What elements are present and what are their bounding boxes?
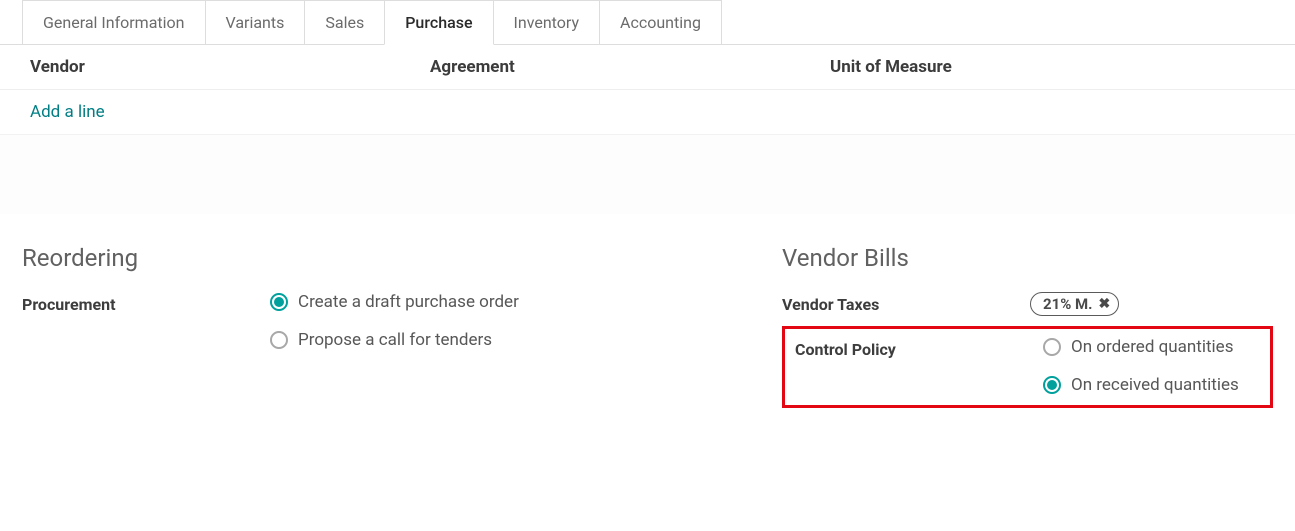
radio-label: On ordered quantities xyxy=(1071,337,1233,357)
tax-tag-label: 21% M. xyxy=(1043,295,1093,313)
radio-on-received-quantities[interactable]: On received quantities xyxy=(1043,375,1260,395)
reordering-section: Reordering Procurement Create a draft pu… xyxy=(22,244,742,408)
radio-icon xyxy=(270,331,288,349)
control-policy-highlight: Control Policy On ordered quantities On … xyxy=(782,326,1273,408)
vendor-taxes-row: Vendor Taxes 21% M. ✖ xyxy=(782,292,1273,316)
column-header-vendor: Vendor xyxy=(30,57,430,77)
tab-inventory[interactable]: Inventory xyxy=(493,0,601,44)
spacer xyxy=(0,134,1295,214)
tax-tag[interactable]: 21% M. ✖ xyxy=(1030,292,1119,316)
vendor-taxes-label: Vendor Taxes xyxy=(782,292,1030,314)
tab-accounting[interactable]: Accounting xyxy=(599,0,722,44)
radio-label: Propose a call for tenders xyxy=(298,330,492,350)
procurement-row: Procurement Create a draft purchase orde… xyxy=(22,292,742,350)
close-icon[interactable]: ✖ xyxy=(1099,296,1111,312)
reordering-title: Reordering xyxy=(22,244,742,272)
procurement-label: Procurement xyxy=(22,292,270,314)
add-line-link[interactable]: Add a line xyxy=(0,90,1295,134)
vendor-bills-title: Vendor Bills xyxy=(782,244,1273,272)
radio-icon xyxy=(1043,338,1061,356)
vendor-bills-section: Vendor Bills Vendor Taxes 21% M. ✖ Contr… xyxy=(782,244,1273,408)
radio-call-for-tenders[interactable]: Propose a call for tenders xyxy=(270,330,742,350)
control-policy-label: Control Policy xyxy=(795,337,1043,359)
tab-general-information[interactable]: General Information xyxy=(22,0,206,44)
radio-on-ordered-quantities[interactable]: On ordered quantities xyxy=(1043,337,1260,357)
column-header-agreement: Agreement xyxy=(430,57,830,77)
vendor-table-header: Vendor Agreement Unit of Measure xyxy=(0,45,1295,90)
radio-create-draft-po[interactable]: Create a draft purchase order xyxy=(270,292,742,312)
control-policy-radio-group: On ordered quantities On received quanti… xyxy=(1043,337,1260,395)
lower-panel: Reordering Procurement Create a draft pu… xyxy=(0,214,1295,418)
column-header-unit: Unit of Measure xyxy=(830,57,1265,77)
tab-sales[interactable]: Sales xyxy=(304,0,385,44)
radio-label: On received quantities xyxy=(1071,375,1239,395)
tab-variants[interactable]: Variants xyxy=(205,0,306,44)
radio-icon xyxy=(1043,376,1061,394)
tab-purchase[interactable]: Purchase xyxy=(384,0,493,45)
radio-label: Create a draft purchase order xyxy=(298,292,519,312)
control-policy-row: Control Policy On ordered quantities On … xyxy=(795,337,1260,395)
radio-icon xyxy=(270,293,288,311)
procurement-radio-group: Create a draft purchase order Propose a … xyxy=(270,292,742,350)
tabs-bar: General Information Variants Sales Purch… xyxy=(0,0,1295,45)
